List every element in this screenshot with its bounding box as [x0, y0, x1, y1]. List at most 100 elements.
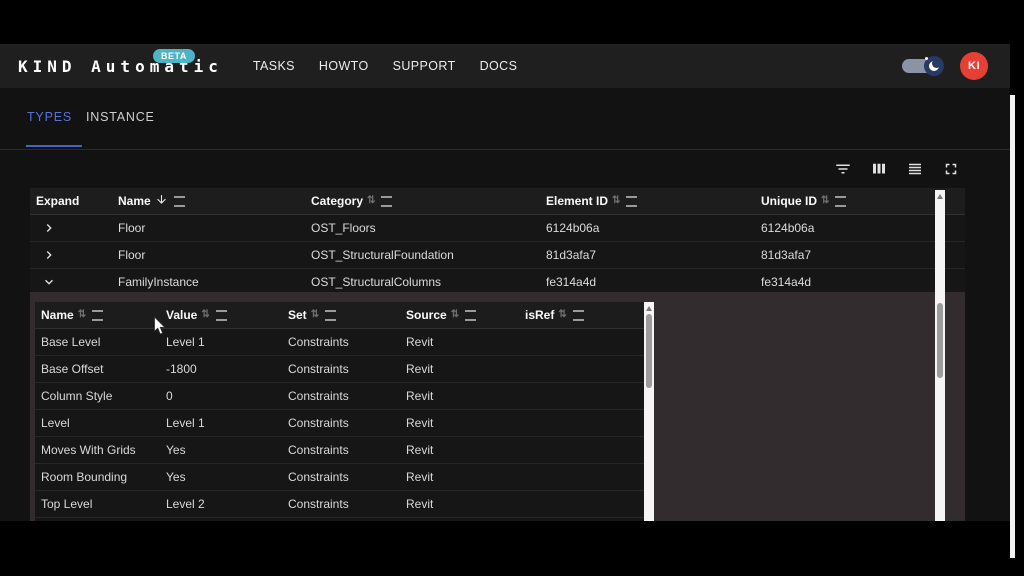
column-menu-icon[interactable]: [325, 310, 336, 321]
param-source-cell: Revit: [400, 497, 519, 511]
scrollbar-thumb[interactable]: [646, 314, 652, 388]
param-value-cell: Level 2: [160, 497, 282, 511]
sort-icon[interactable]: ⇅: [78, 310, 86, 320]
sort-desc-icon[interactable]: [155, 193, 168, 209]
unique-id-cell: 6124b06a: [755, 221, 965, 235]
sort-icon[interactable]: ⇅: [558, 310, 566, 320]
unique-id-cell: fe314a4d: [755, 275, 965, 289]
column-header-unique-id[interactable]: Unique ID ⇅: [755, 194, 965, 208]
param-source-cell: Revit: [400, 416, 519, 430]
column-menu-icon[interactable]: [216, 310, 227, 321]
column-header-param-set[interactable]: Set ⇅: [282, 308, 400, 322]
parameter-row[interactable]: LevelLevel 1ConstraintsRevit: [35, 410, 645, 437]
types-row[interactable]: FloorOST_StructuralFoundation81d3afa781d…: [30, 242, 965, 269]
sparkle-icon: [925, 57, 928, 60]
parameter-row[interactable]: Room BoundingYesConstraintsRevit: [35, 464, 645, 491]
columns-icon[interactable]: [866, 156, 892, 182]
fullscreen-icon[interactable]: [938, 156, 964, 182]
parameter-row[interactable]: Top Offset400ConstraintsRevit | Upd @ KI…: [35, 518, 645, 521]
nav-item-docs[interactable]: DOCS: [480, 59, 518, 73]
column-menu-icon[interactable]: [573, 310, 584, 321]
window-scrollbar-strip[interactable]: [1010, 95, 1015, 558]
grid-toolbar: [830, 156, 964, 182]
types-table-header: Expand Name Category ⇅ Element ID ⇅: [30, 188, 965, 215]
sort-icon[interactable]: ⇅: [311, 310, 319, 320]
column-header-param-value[interactable]: Value ⇅: [160, 308, 282, 322]
column-menu-icon[interactable]: [626, 196, 637, 207]
nav-item-support[interactable]: SUPPORT: [393, 59, 456, 73]
param-value-cell: -1800: [160, 362, 282, 376]
toggle-knob: [924, 56, 944, 76]
parameters-table-body: Base LevelLevel 1ConstraintsRevitBase Of…: [35, 329, 645, 521]
filter-icon[interactable]: [830, 156, 856, 182]
screen: KIND Automatic BETA TASKS HOWTO SUPPORT …: [0, 0, 1024, 576]
main-nav: TASKS HOWTO SUPPORT DOCS: [253, 59, 517, 73]
sort-icon[interactable]: ⇅: [201, 310, 209, 320]
parameter-row[interactable]: Column Style0ConstraintsRevit: [35, 383, 645, 410]
category-cell: OST_StructuralFoundation: [305, 248, 540, 262]
param-value-cell: Level 1: [160, 416, 282, 430]
parameter-row[interactable]: Moves With GridsYesConstraintsRevit: [35, 437, 645, 464]
column-header-category[interactable]: Category ⇅: [305, 194, 540, 208]
chevron-right-icon: [42, 221, 56, 235]
parameters-scrollbar[interactable]: [644, 302, 654, 521]
parameter-row[interactable]: Base Offset-1800ConstraintsRevit: [35, 356, 645, 383]
param-set-cell: Constraints: [282, 470, 400, 484]
top-right-controls: KI: [902, 44, 988, 88]
name-cell: FamilyInstance: [112, 275, 305, 289]
category-cell: OST_Floors: [305, 221, 540, 235]
column-menu-icon[interactable]: [92, 310, 103, 321]
chevron-down-icon: [42, 275, 56, 289]
param-name-cell: Moves With Grids: [35, 443, 160, 457]
parameters-table: Name ⇅ Value ⇅ Set ⇅ So: [35, 302, 645, 521]
scrollbar-thumb[interactable]: [937, 303, 943, 378]
column-header-name[interactable]: Name: [112, 193, 305, 209]
param-name-cell: Base Level: [35, 335, 160, 349]
nav-item-tasks[interactable]: TASKS: [253, 59, 295, 73]
nav-item-howto[interactable]: HOWTO: [319, 59, 369, 73]
param-set-cell: Constraints: [282, 335, 400, 349]
param-source-cell: Revit: [400, 362, 519, 376]
user-avatar[interactable]: KI: [960, 52, 988, 80]
element-id-cell: 81d3afa7: [540, 248, 755, 262]
column-menu-icon[interactable]: [835, 196, 846, 207]
param-set-cell: Constraints: [282, 389, 400, 403]
category-cell: OST_StructuralColumns: [305, 275, 540, 289]
sort-icon[interactable]: ⇅: [821, 196, 829, 206]
tab-bar: TYPES INSTANCE: [0, 100, 1010, 137]
types-scrollbar[interactable]: [935, 190, 945, 521]
tab-types[interactable]: TYPES: [27, 100, 72, 133]
types-row[interactable]: FloorOST_Floors6124b06a6124b06a: [30, 215, 965, 242]
param-source-cell: Revit: [400, 443, 519, 457]
param-source-cell: Revit: [400, 335, 519, 349]
sort-icon[interactable]: ⇅: [451, 310, 459, 320]
column-header-param-isref[interactable]: isRef ⇅: [519, 308, 645, 322]
expand-row-button[interactable]: [42, 221, 56, 235]
column-header-param-source[interactable]: Source ⇅: [400, 308, 519, 322]
param-name-cell: Base Offset: [35, 362, 160, 376]
density-icon[interactable]: [902, 156, 928, 182]
column-menu-icon[interactable]: [174, 196, 185, 207]
column-menu-icon[interactable]: [465, 310, 476, 321]
param-source-cell: Revit: [400, 470, 519, 484]
column-header-param-name[interactable]: Name ⇅: [35, 308, 160, 322]
collapse-row-button[interactable]: [42, 275, 56, 289]
name-cell: Floor: [112, 248, 305, 262]
sort-icon[interactable]: ⇅: [367, 196, 375, 206]
expand-cell: [30, 275, 112, 289]
scroll-up-arrow-icon[interactable]: [937, 194, 943, 199]
parameter-row[interactable]: Top LevelLevel 2ConstraintsRevit: [35, 491, 645, 518]
scroll-up-arrow-icon[interactable]: [646, 306, 652, 311]
column-menu-icon[interactable]: [381, 196, 392, 207]
tab-instance[interactable]: INSTANCE: [86, 100, 155, 133]
dark-mode-toggle[interactable]: [902, 55, 948, 77]
expand-cell: [30, 248, 112, 262]
column-header-element-id[interactable]: Element ID ⇅: [540, 194, 755, 208]
parameter-row[interactable]: Base LevelLevel 1ConstraintsRevit: [35, 329, 645, 356]
param-set-cell: Constraints: [282, 362, 400, 376]
sort-icon[interactable]: ⇅: [612, 196, 620, 206]
expand-row-button[interactable]: [42, 248, 56, 262]
param-name-cell: Level: [35, 416, 160, 430]
moon-icon: [929, 61, 939, 71]
element-id-cell: 6124b06a: [540, 221, 755, 235]
